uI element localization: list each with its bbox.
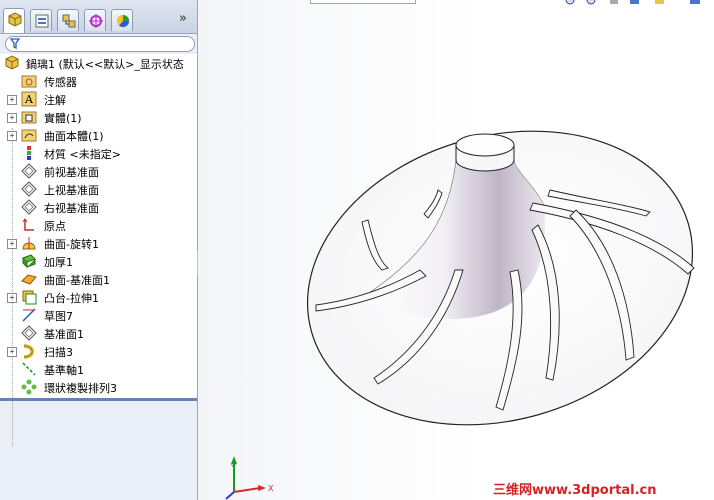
plane-icon (21, 199, 37, 215)
feature-tree-icon (8, 12, 22, 27)
tree-item[interactable]: 前视基准面 (0, 162, 197, 180)
display-manager-tab[interactable] (111, 9, 133, 31)
feature-manager-tab[interactable] (3, 8, 25, 33)
plane-icon (21, 181, 37, 197)
thicken-icon (22, 254, 36, 269)
tree-item-label: 基準軸1 (44, 364, 84, 377)
tree-item[interactable]: 传感器 (0, 72, 197, 90)
previous-view-icon[interactable] (608, 0, 622, 6)
planar-surface-icon (21, 274, 37, 285)
sweep-icon (23, 344, 35, 359)
view-orientation-icon[interactable] (653, 0, 667, 6)
expand-toggle[interactable]: + (7, 293, 17, 303)
tree-item[interactable]: 基准面1 (0, 324, 197, 342)
extrude-boss-icon (22, 290, 37, 305)
tree-root-item[interactable]: 鍋璃1 (默认<<默认>_显示状态 (0, 54, 197, 72)
tree-item[interactable]: 環狀複製排列3 (0, 378, 197, 396)
solid-bodies-icon (21, 111, 37, 124)
tree-item[interactable]: 右视基准面 (0, 198, 197, 216)
tree-item-label: 注解 (44, 94, 66, 107)
display-style-icon[interactable] (688, 0, 702, 6)
tree-item[interactable]: + 實體(1) (0, 108, 197, 126)
tree-item-label: 曲面-基准面1 (44, 274, 110, 287)
origin-icon (22, 218, 34, 231)
section-view-icon[interactable] (628, 0, 642, 6)
property-manager-tab[interactable] (30, 9, 52, 31)
tree-item-label: 基准面1 (44, 328, 84, 341)
tree-item-label: 曲面本體(1) (44, 130, 104, 143)
plane-icon (21, 325, 37, 341)
more-tabs-button[interactable]: » (179, 11, 187, 26)
configuration-manager-tab[interactable] (57, 9, 79, 31)
dimxpert-icon (89, 14, 103, 28)
expand-toggle[interactable]: + (7, 347, 17, 357)
expand-toggle[interactable]: + (7, 95, 17, 105)
revolve-surface-icon (22, 237, 36, 250)
panel-tab-bar: » (0, 0, 197, 34)
tree-item-label: 環狀複製排列3 (44, 382, 117, 395)
panel-separator[interactable] (0, 398, 197, 401)
sensor-folder-icon (21, 75, 37, 88)
tree-item[interactable]: + 曲面本體(1) (0, 126, 197, 144)
tree-item[interactable]: + A 注解 (0, 90, 197, 108)
tree-item[interactable]: + 扫描3 (0, 342, 197, 360)
top-tab-strip (310, 0, 416, 4)
tree-item[interactable]: 材質 <未指定> (0, 144, 197, 162)
plane-icon (21, 163, 37, 179)
impeller-model (306, 130, 695, 426)
zoom-to-fit-icon[interactable] (565, 0, 579, 6)
tree-item-label: 實體(1) (44, 112, 82, 125)
tree-item-label: 草图7 (44, 310, 73, 323)
sketch-icon (22, 308, 36, 322)
triad-y-label: Y (231, 463, 236, 472)
tree-item-label: 扫描3 (44, 346, 73, 359)
tree-item-label: 加厚1 (44, 256, 73, 269)
tree-item[interactable]: 加厚1 (0, 252, 197, 270)
expand-toggle[interactable]: + (7, 131, 17, 141)
filter-icon (10, 38, 20, 49)
tree-item-label: 材質 <未指定> (44, 148, 121, 161)
expand-toggle[interactable]: + (7, 113, 17, 123)
surface-bodies-icon (21, 129, 37, 142)
tree-item[interactable]: + 凸台-拉伸1 (0, 288, 197, 306)
tree-item-label: 右视基准面 (44, 202, 99, 215)
tree-item[interactable]: 原点 (0, 216, 197, 234)
tree-item[interactable]: 基準軸1 (0, 360, 197, 378)
graphics-area[interactable]: Y X (198, 0, 714, 500)
tree-filter-input[interactable] (5, 36, 195, 52)
tree-item-label: 原点 (44, 220, 66, 233)
part-icon (5, 55, 19, 70)
tree-item-label: 传感器 (44, 76, 77, 89)
configuration-icon (62, 14, 76, 28)
display-manager-icon (116, 14, 130, 28)
feature-manager-panel: » 鍋璃1 (默认<<默认>_显示状态传感器 + A 注解 + 實體(1) + 曲面本體(1)… (0, 0, 198, 500)
expand-toggle[interactable]: + (7, 239, 17, 249)
axis-icon (22, 362, 36, 376)
tree-item-label: 上视基准面 (44, 184, 99, 197)
circular-pattern-icon (21, 379, 37, 395)
tree-item[interactable]: + 曲面-旋转1 (0, 234, 197, 252)
tree-item[interactable]: 上视基准面 (0, 180, 197, 198)
material-icon (27, 146, 31, 160)
property-manager-icon (35, 14, 49, 28)
watermark-text: 三维网www.3dportal.cn (493, 483, 657, 498)
dimxpert-tab[interactable] (84, 9, 106, 31)
tree-item-label: 前视基准面 (44, 166, 99, 179)
svg-text:A: A (24, 93, 34, 106)
tree-item[interactable]: 曲面-基准面1 (0, 270, 197, 288)
annotations-icon: A (21, 91, 37, 107)
tree-item-label: 曲面-旋转1 (44, 238, 99, 251)
tree-item[interactable]: 草图7 (0, 306, 197, 324)
zoom-area-icon[interactable] (586, 0, 600, 6)
tree-item-label: 凸台-拉伸1 (44, 292, 99, 305)
triad-x-label: X (268, 484, 274, 493)
feature-tree: 鍋璃1 (默认<<默认>_显示状态传感器 + A 注解 + 實體(1) + 曲面本體(1) 材質… (0, 54, 197, 446)
tree-item-label: 鍋璃1 (默认<<默认>_显示状态 (26, 58, 184, 71)
